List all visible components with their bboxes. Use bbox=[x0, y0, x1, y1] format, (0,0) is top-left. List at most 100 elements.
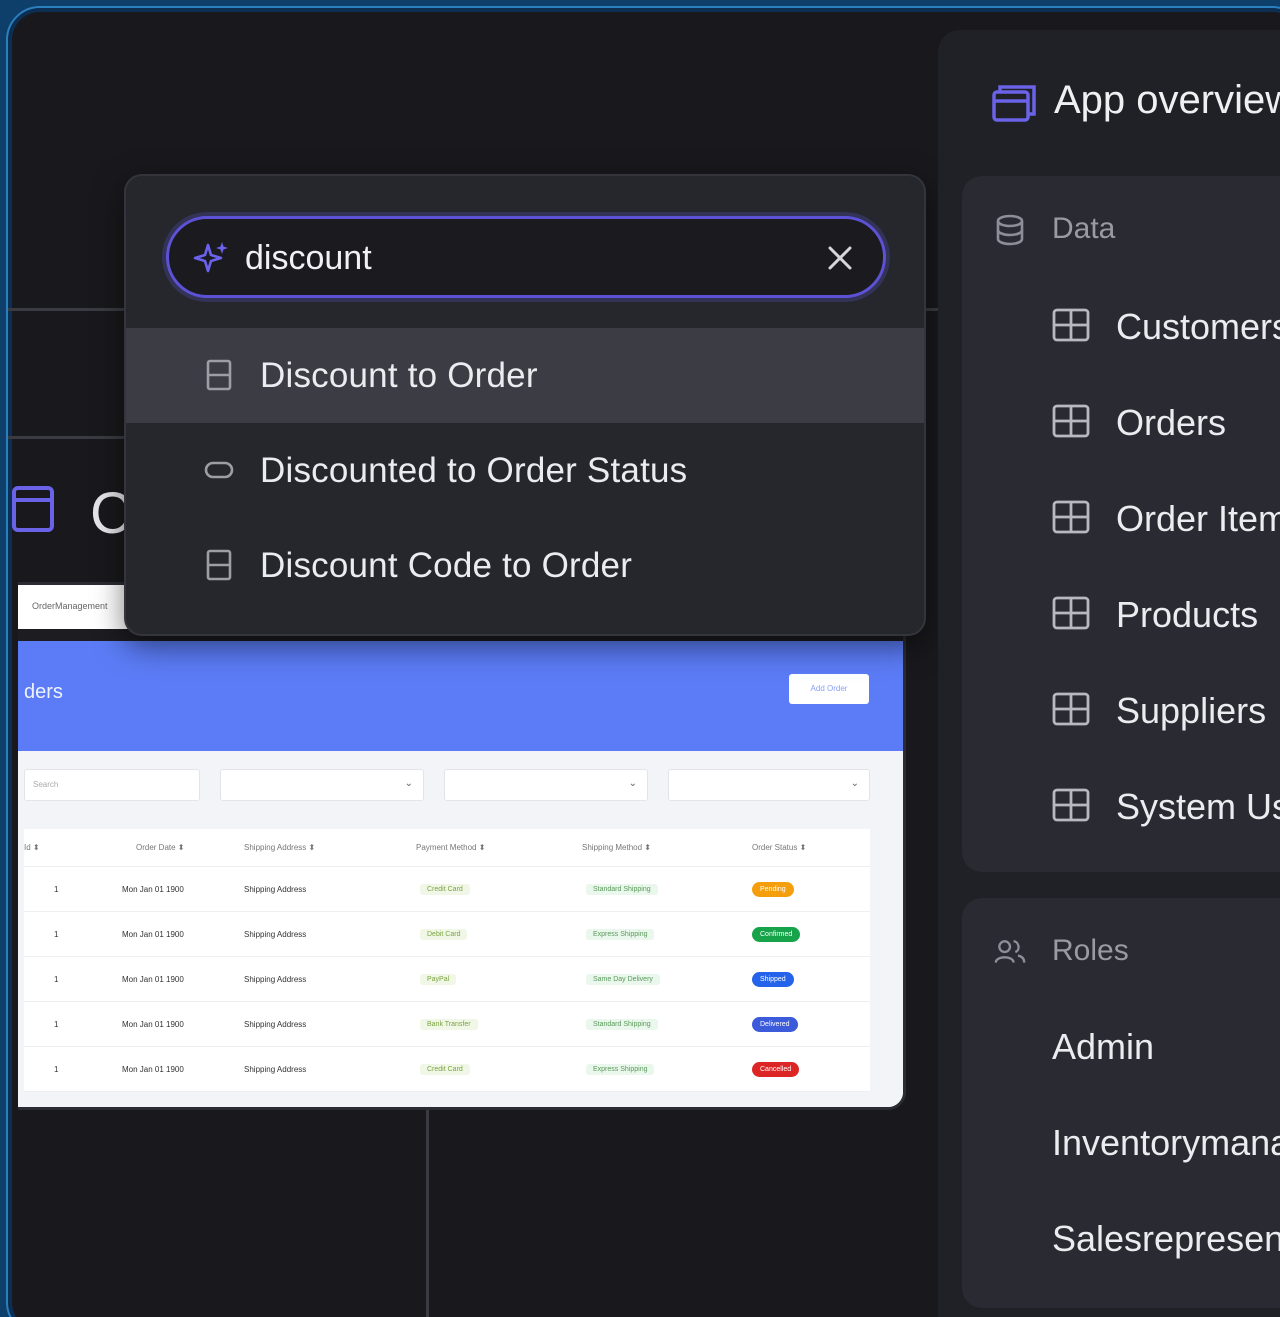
table-cell: Mon Jan 01 1900 bbox=[122, 929, 184, 939]
data-table-label: Customers bbox=[1116, 306, 1280, 347]
preview-tab[interactable]: OrderManagement bbox=[18, 585, 128, 629]
status-badge: Shipped bbox=[752, 971, 794, 987]
status-badge: Cancelled bbox=[752, 1061, 800, 1077]
role-item[interactable]: Salesrepresentative bbox=[1052, 1218, 1280, 1260]
column-header[interactable]: Order Date ⬍ bbox=[136, 829, 185, 866]
data-table-item[interactable]: Order Items bbox=[1052, 498, 1280, 539]
data-table-label: Suppliers bbox=[1116, 690, 1267, 731]
data-table-label: Orders bbox=[1116, 402, 1227, 443]
table-icon bbox=[1052, 500, 1090, 534]
table-cell: Shipping Address bbox=[244, 974, 307, 984]
table-cell: Shipping Address bbox=[244, 884, 307, 894]
preview-header: ders Add Order bbox=[18, 641, 903, 751]
data-table-label: System Users bbox=[1116, 786, 1280, 827]
table-body: 1 Mon Jan 01 1900 Shipping Address Credit C… bbox=[24, 867, 870, 1092]
connector-line bbox=[426, 1102, 429, 1317]
window-icon bbox=[992, 85, 1036, 122]
column-header[interactable]: Shipping Address ⬍ bbox=[244, 829, 315, 866]
section-title: Data bbox=[1052, 212, 1116, 245]
table-row[interactable]: 1 Mon Jan 01 1900 Shipping Address Credit C… bbox=[24, 1047, 870, 1092]
table-cell: PayPal bbox=[420, 957, 457, 1001]
chevron-down-icon: ⌄ bbox=[404, 778, 413, 789]
relation-icon bbox=[206, 549, 232, 581]
table-cell: Delivered bbox=[752, 1002, 798, 1046]
preview-filter-select[interactable]: ⌄ bbox=[668, 769, 870, 801]
chevron-down-icon: ⌄ bbox=[628, 778, 637, 789]
column-header[interactable]: Payment Method ⬍ bbox=[416, 829, 485, 866]
table-row[interactable]: 1 Mon Jan 01 1900 Shipping Address Bank Tra… bbox=[24, 1002, 870, 1047]
window-icon bbox=[12, 486, 54, 532]
column-header[interactable]: Order Status ⬍ bbox=[752, 829, 806, 866]
search-field[interactable] bbox=[166, 216, 886, 298]
add-order-button[interactable]: Add Order bbox=[789, 674, 869, 704]
app-preview[interactable]: OrderManagement ders Add Order Search ⌄ … bbox=[18, 582, 906, 1110]
preview-filter-select[interactable]: ⌄ bbox=[444, 769, 648, 801]
role-item[interactable]: Inventorymanager bbox=[1052, 1122, 1280, 1164]
table-cell: Mon Jan 01 1900 bbox=[122, 1064, 184, 1074]
data-table-item[interactable]: System Users bbox=[1052, 786, 1280, 827]
table-cell: Express Shipping bbox=[586, 912, 655, 956]
table-cell: Shipping Address bbox=[244, 929, 307, 939]
status-badge: Delivered bbox=[752, 1016, 798, 1032]
table-icon bbox=[1052, 308, 1090, 342]
preview-filter-select[interactable]: ⌄ bbox=[220, 769, 424, 801]
table-icon bbox=[1052, 788, 1090, 822]
data-table-label: Order Items bbox=[1116, 498, 1280, 539]
table-cell: Same Day Delivery bbox=[586, 957, 660, 1001]
table-cell: Shipping Address bbox=[244, 1064, 307, 1074]
sparkle-icon bbox=[193, 242, 228, 273]
search-placeholder: Search bbox=[33, 780, 59, 789]
search-result-label: Discounted to Order Status bbox=[260, 450, 688, 490]
data-table-item[interactable]: Orders bbox=[1052, 402, 1280, 443]
data-table-item[interactable]: Products bbox=[1052, 594, 1280, 635]
table-row[interactable]: 1 Mon Jan 01 1900 Shipping Address PayPal Sa… bbox=[24, 957, 870, 1002]
search-result-item[interactable]: Discounted to Order Status bbox=[126, 423, 924, 518]
chevron-down-icon: ⌄ bbox=[850, 778, 859, 789]
search-result-label: Discount Code to Order bbox=[260, 545, 633, 585]
relation-icon bbox=[206, 359, 232, 391]
table-icon bbox=[1052, 596, 1090, 630]
search-result-item[interactable]: Discount Code to Order bbox=[126, 518, 924, 613]
table-cell: Mon Jan 01 1900 bbox=[122, 974, 184, 984]
data-table-label: Products bbox=[1116, 594, 1259, 635]
status-badge: Confirmed bbox=[752, 926, 801, 942]
table-cell: Bank Transfer bbox=[420, 1002, 478, 1046]
table-cell: 1 bbox=[54, 1019, 59, 1029]
search-input[interactable] bbox=[245, 235, 805, 281]
table-cell: Mon Jan 01 1900 bbox=[122, 884, 184, 894]
roles-section: Roles Admin Inventorymanager Salesrepres… bbox=[962, 898, 1280, 1308]
table-cell: Cancelled bbox=[752, 1047, 800, 1091]
search-popover: Discount to Order Discounted to Order St… bbox=[124, 174, 926, 636]
table-header-row: Id ⬍ Order Date ⬍ Shipping Address ⬍ Pay… bbox=[24, 829, 870, 867]
choice-icon bbox=[204, 461, 234, 479]
table-cell: 1 bbox=[54, 1064, 59, 1074]
table-icon bbox=[1052, 692, 1090, 726]
table-cell: Mon Jan 01 1900 bbox=[122, 1019, 184, 1029]
app-overview-panel: App overview Data Customers Orders Order I… bbox=[938, 30, 1280, 1317]
preview-body: Search ⌄ ⌄ ⌄ Id ⬍ Order Date ⬍ Shipping … bbox=[18, 751, 903, 1107]
table-cell: 1 bbox=[54, 974, 59, 984]
preview-search-input[interactable]: Search bbox=[24, 769, 200, 801]
column-header[interactable]: Shipping Method ⬍ bbox=[582, 829, 651, 866]
data-table-item[interactable]: Customers bbox=[1052, 306, 1280, 347]
database-icon bbox=[996, 214, 1024, 246]
column-header[interactable]: Id ⬍ bbox=[24, 829, 40, 866]
panel-title: App overview bbox=[1054, 78, 1280, 122]
table-cell: Standard Shipping bbox=[586, 1002, 658, 1046]
table-cell: Standard Shipping bbox=[586, 867, 658, 911]
orders-table: Id ⬍ Order Date ⬍ Shipping Address ⬍ Pay… bbox=[24, 829, 870, 1092]
table-cell: Debit Card bbox=[420, 912, 468, 956]
connector-line bbox=[8, 436, 128, 439]
table-row[interactable]: 1 Mon Jan 01 1900 Shipping Address Credit C… bbox=[24, 867, 870, 912]
table-row[interactable]: 1 Mon Jan 01 1900 Shipping Address Debit Ca… bbox=[24, 912, 870, 957]
close-icon[interactable] bbox=[825, 243, 855, 273]
table-cell: Credit Card bbox=[420, 1047, 470, 1091]
table-cell: Pending bbox=[752, 867, 794, 911]
data-section: Data Customers Orders Order Items Products S… bbox=[962, 176, 1280, 872]
table-cell: 1 bbox=[54, 929, 59, 939]
role-item[interactable]: Admin bbox=[1052, 1026, 1154, 1068]
search-result-item[interactable]: Discount to Order bbox=[126, 328, 924, 423]
table-cell: 1 bbox=[54, 884, 59, 894]
data-table-item[interactable]: Suppliers bbox=[1052, 690, 1280, 731]
preview-title: ders bbox=[24, 681, 63, 703]
